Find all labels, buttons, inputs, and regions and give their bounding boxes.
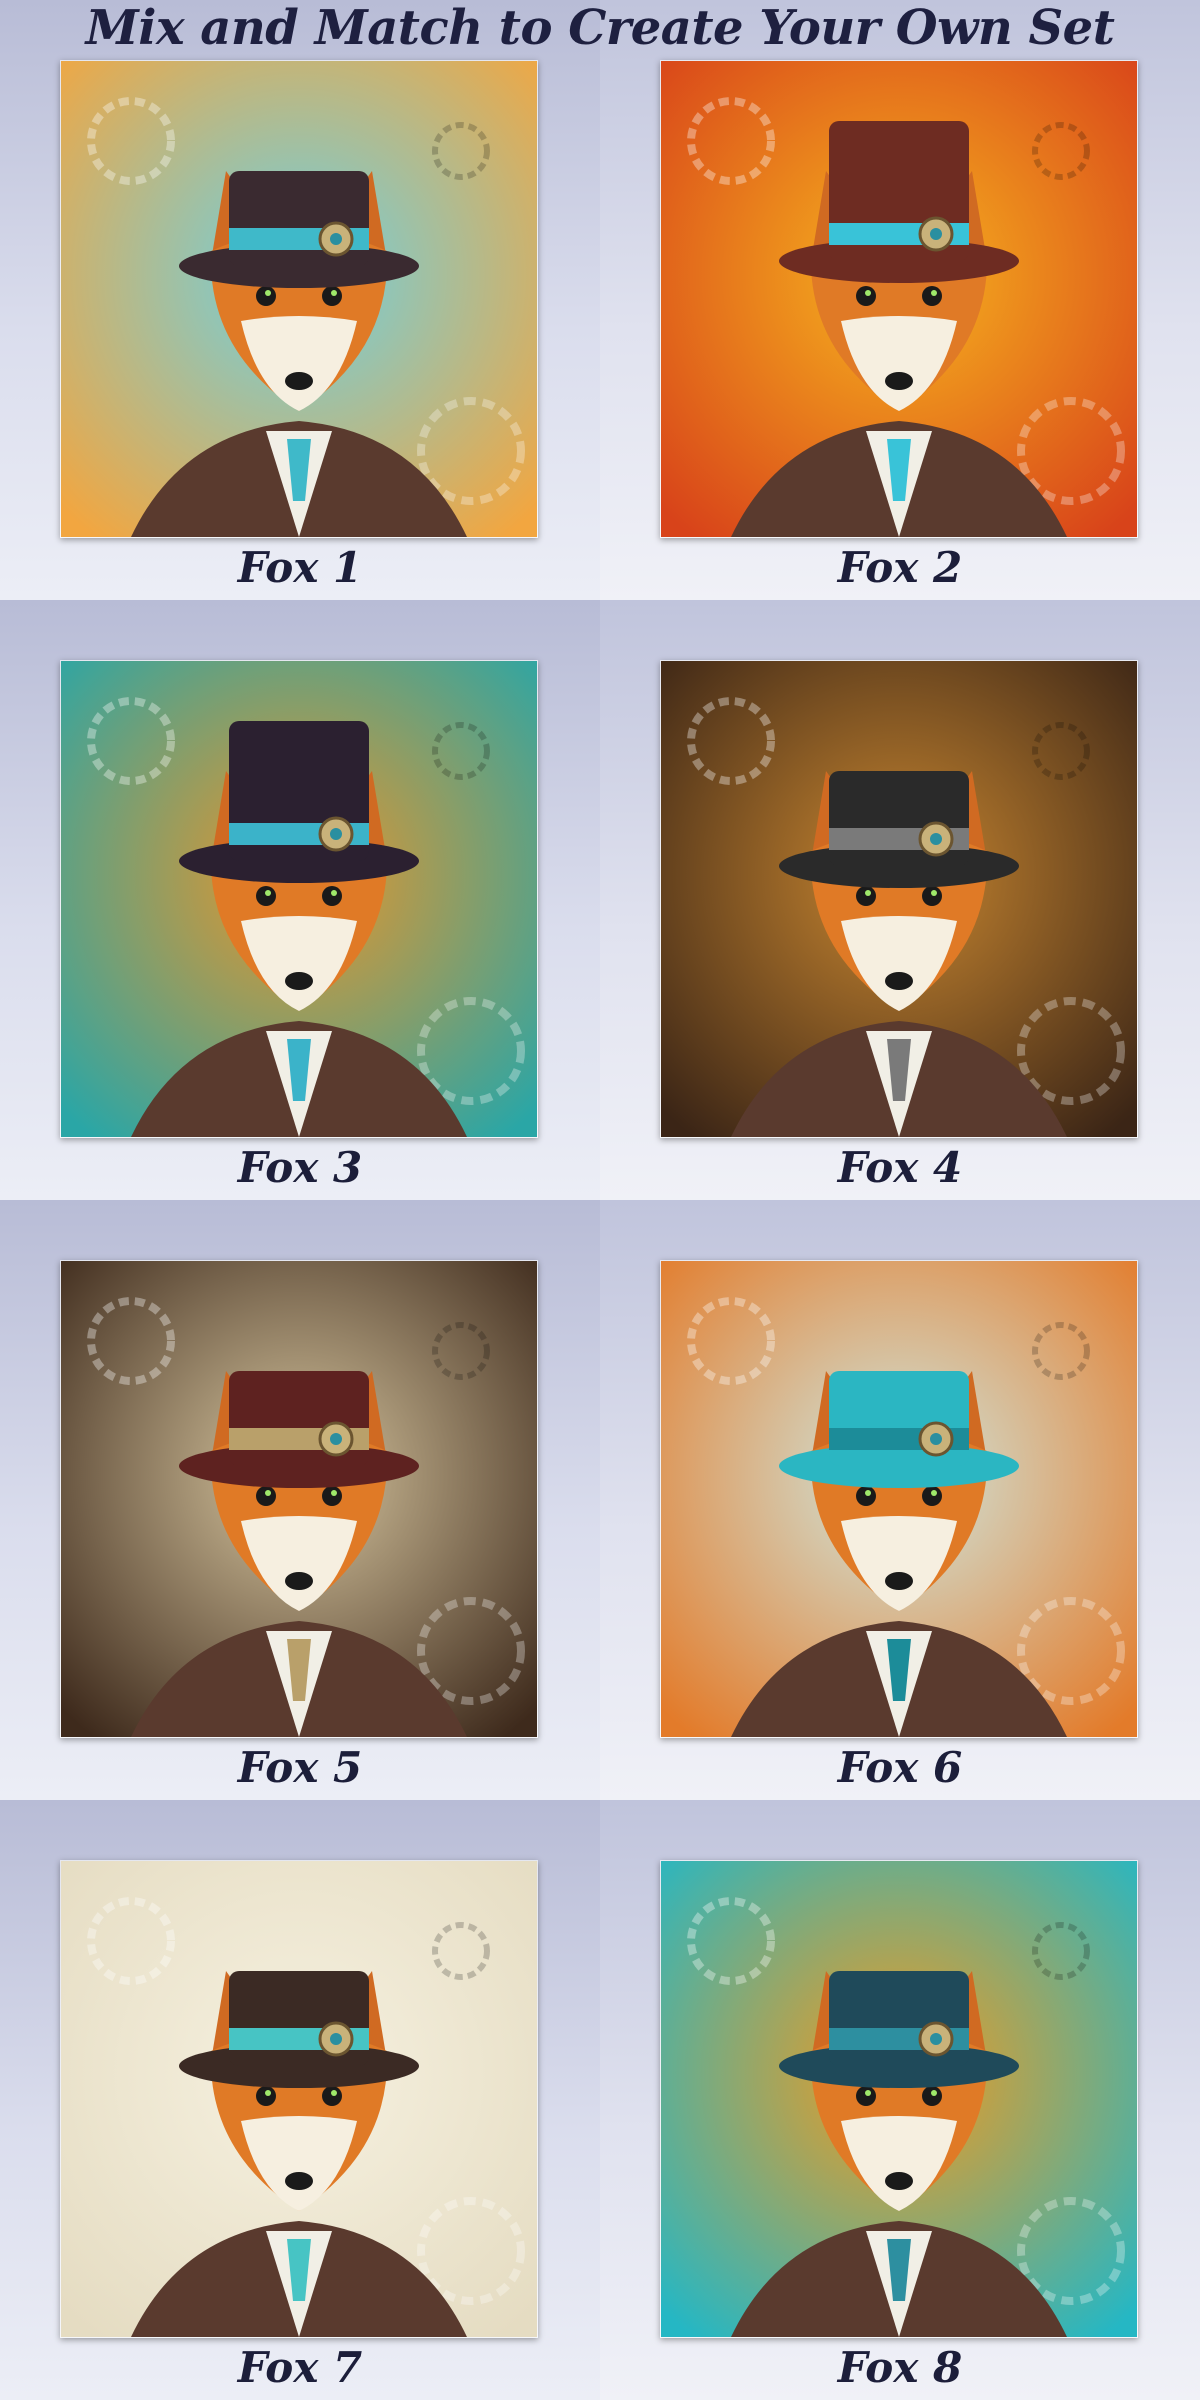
fox-card-4[interactable]: Fox 4 xyxy=(600,600,1200,1200)
fox-label-7: Fox 7 xyxy=(237,2343,363,2392)
steampunk-fox-feather-hat-icon xyxy=(61,1261,537,1737)
fox-label-8: Fox 8 xyxy=(837,2343,963,2392)
fox-label-6: Fox 6 xyxy=(837,1743,963,1792)
fox-card-8[interactable]: Fox 8 xyxy=(600,1800,1200,2400)
fox-artwork-1[interactable] xyxy=(60,60,538,538)
steampunk-fox-goggles-icon xyxy=(661,1861,1137,2337)
steampunk-fox-tophat-icon xyxy=(661,61,1137,537)
fox-label-1: Fox 1 xyxy=(237,543,363,592)
fox-artwork-2[interactable] xyxy=(660,60,1138,538)
fox-card-3[interactable]: Fox 3 xyxy=(0,600,600,1200)
fox-card-2[interactable]: Fox 2 xyxy=(600,0,1200,600)
fox-artwork-5[interactable] xyxy=(60,1260,538,1738)
steampunk-fox-bowler-icon xyxy=(661,661,1137,1137)
fox-artwork-6[interactable] xyxy=(660,1260,1138,1738)
fox-artwork-7[interactable] xyxy=(60,1860,538,2338)
steampunk-fox-gear-hat-icon xyxy=(61,1861,537,2337)
page-title: Mix and Match to Create Your Own Set xyxy=(85,0,1115,56)
fox-card-7[interactable]: Fox 7 xyxy=(0,1800,600,2400)
fox-card-6[interactable]: Fox 6 xyxy=(600,1200,1200,1800)
fox-artwork-3[interactable] xyxy=(60,660,538,1138)
fox-label-2: Fox 2 xyxy=(837,543,963,592)
fox-artwork-8[interactable] xyxy=(660,1860,1138,2338)
fox-label-4: Fox 4 xyxy=(837,1143,963,1192)
fox-label-3: Fox 3 xyxy=(237,1143,363,1192)
steampunk-fox-goggles-hat-icon xyxy=(61,61,537,537)
fox-card-1[interactable]: Fox 1 xyxy=(0,0,600,600)
fox-artwork-4[interactable] xyxy=(660,660,1138,1138)
steampunk-fox-teal-tophat-icon xyxy=(661,1261,1137,1737)
steampunk-fox-tall-tophat-icon xyxy=(61,661,537,1137)
fox-card-5[interactable]: Fox 5 xyxy=(0,1200,600,1800)
fox-label-5: Fox 5 xyxy=(237,1743,363,1792)
